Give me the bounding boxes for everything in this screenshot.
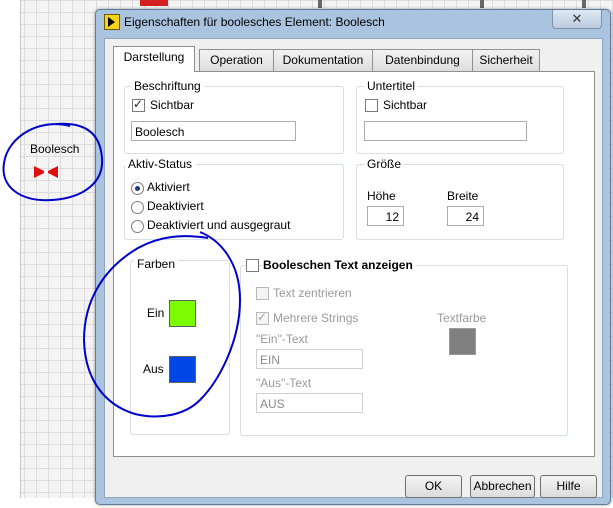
tab-label: Operation xyxy=(210,53,263,67)
show-boolean-text-label: Booleschen Text anzeigen xyxy=(263,258,416,272)
center-text-checkbox[interactable] xyxy=(256,287,269,300)
off-text-label: "Aus"-Text xyxy=(256,376,312,390)
toolbar-fragment xyxy=(318,0,322,8)
tab-darstellung[interactable]: Darstellung xyxy=(113,46,195,72)
on-color-swatch[interactable] xyxy=(169,300,196,327)
tab-label: Dokumentation xyxy=(282,53,364,67)
ok-button[interactable]: OK xyxy=(405,475,462,498)
on-text-label: "Ein"-Text xyxy=(256,332,308,346)
caption-group xyxy=(356,86,564,154)
properties-dialog: Eigenschaften für boolesches Element: Bo… xyxy=(95,9,611,505)
label-visible-checkbox[interactable] xyxy=(132,97,145,112)
front-panel-boolean-label: Boolesch xyxy=(30,142,80,156)
front-panel-border xyxy=(20,0,21,498)
label-group-title: Beschriftung xyxy=(131,79,204,93)
state-disabled-greyed-label: Deaktiviert und ausgegraut xyxy=(147,218,291,232)
button-label: OK xyxy=(424,479,443,493)
on-color-label: Ein xyxy=(147,306,165,320)
dialog-titlebar[interactable]: Eigenschaften für boolesches Element: Bo… xyxy=(96,10,610,34)
tab-sicherheit[interactable]: Sicherheit xyxy=(472,49,540,71)
tab-label: Sicherheit xyxy=(479,53,533,67)
center-text-label: Text zentrieren xyxy=(273,286,352,300)
text-color-swatch[interactable] xyxy=(449,328,476,355)
front-panel-margin xyxy=(0,0,20,508)
tab-datenbindung[interactable]: Datenbindung xyxy=(372,49,473,71)
help-button[interactable]: Hilfe xyxy=(540,475,597,498)
caption-visible-text: Sichtbar xyxy=(383,98,428,112)
tab-operation[interactable]: Operation xyxy=(199,49,274,71)
show-boolean-text-checkbox[interactable] xyxy=(246,259,259,272)
state-disabled-greyed-radio[interactable] xyxy=(131,220,144,233)
caption-group-title: Untertitel xyxy=(364,79,419,93)
on-text-input[interactable]: EIN xyxy=(256,349,363,369)
toolbar-fragment xyxy=(480,0,484,8)
text-color-label: Textfarbe xyxy=(437,311,487,325)
labview-app-icon xyxy=(104,14,120,30)
width-label: Breite xyxy=(447,189,479,203)
caption-text-input[interactable] xyxy=(364,121,527,141)
label-visible-text: Sichtbar xyxy=(150,98,195,112)
multiple-strings-checkbox[interactable] xyxy=(256,310,269,325)
off-text-input[interactable]: AUS xyxy=(256,393,363,413)
close-button[interactable]: ✕ xyxy=(552,10,602,29)
cancel-button[interactable]: Abbrechen xyxy=(470,475,535,498)
state-group-title: Aktiv-Status xyxy=(125,157,196,171)
height-input[interactable]: 12 xyxy=(367,206,404,226)
tab-label: Darstellung xyxy=(123,50,185,64)
off-color-swatch[interactable] xyxy=(169,356,196,383)
colors-group xyxy=(130,260,230,435)
state-disabled-radio[interactable] xyxy=(131,201,144,214)
multiple-strings-label: Mehrere Strings xyxy=(273,311,359,325)
caption-visible-checkbox[interactable] xyxy=(365,99,378,112)
tab-dokumentation[interactable]: Dokumentation xyxy=(273,49,373,71)
toolbar-fragment xyxy=(582,0,586,8)
state-disabled-label: Deaktiviert xyxy=(147,199,204,213)
dialog-title: Eigenschaften für boolesches Element: Bo… xyxy=(124,15,385,29)
label-group xyxy=(124,86,344,154)
colors-group-title: Farben xyxy=(134,257,179,271)
label-text-input[interactable]: Boolesch xyxy=(131,121,296,141)
close-icon: ✕ xyxy=(571,11,583,26)
off-color-label: Aus xyxy=(143,362,164,376)
boolean-led-icon[interactable] xyxy=(34,166,58,178)
state-enabled-radio[interactable] xyxy=(131,182,144,195)
button-label: Abbrechen xyxy=(473,479,532,493)
toolbar-fragment xyxy=(140,0,168,6)
height-label: Höhe xyxy=(367,189,396,203)
state-enabled-label: Aktiviert xyxy=(147,180,190,194)
tab-label: Datenbindung xyxy=(385,53,460,67)
button-label: Hilfe xyxy=(556,479,581,493)
width-input[interactable]: 24 xyxy=(447,206,484,226)
dialog-client-area: Darstellung Operation Dokumentation Date… xyxy=(104,38,603,498)
size-group-title: Größe xyxy=(364,157,405,171)
tab-panel-darstellung: Beschriftung Sichtbar Boolesch Untertite… xyxy=(113,71,595,457)
